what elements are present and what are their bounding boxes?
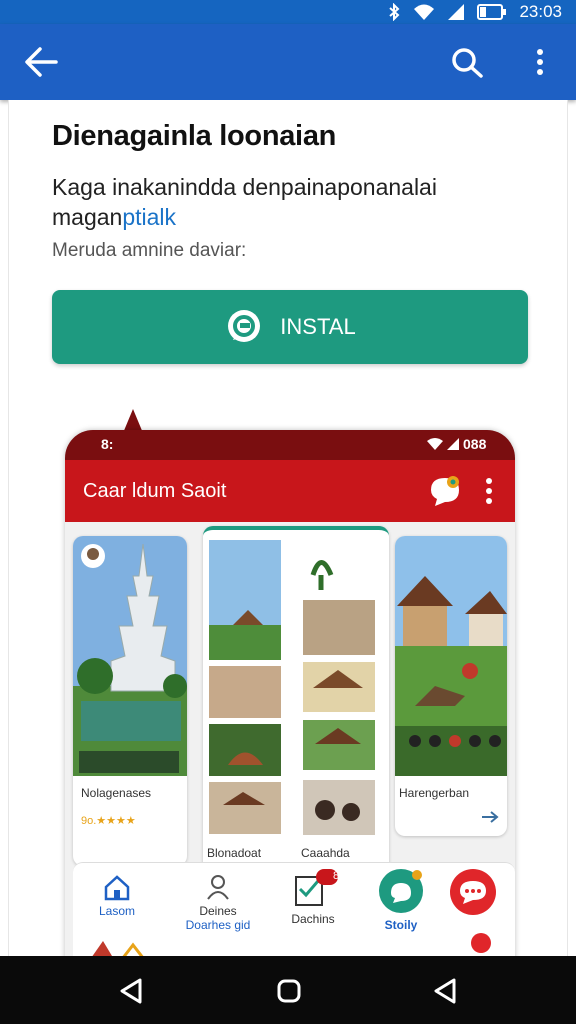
photo-grid xyxy=(209,540,375,835)
nav-deines-label: Deines xyxy=(199,904,237,918)
description-text: magan xyxy=(52,204,123,230)
nav-home-label: Lasom xyxy=(98,904,136,918)
phone-content: Nolagenases 9o.★★★★ Blonadoat Caaahda Ha… xyxy=(65,522,515,956)
description-line-2: maganptialk xyxy=(52,202,512,232)
install-button[interactable]: INSTAL xyxy=(52,290,528,364)
phone-status-bar: 8: 088 xyxy=(65,430,515,460)
wifi-icon xyxy=(414,4,435,20)
search-button[interactable] xyxy=(448,44,488,80)
clock: 23:03 xyxy=(519,2,562,21)
nav-dachins-badge: 8 xyxy=(333,870,340,882)
arrow-back-icon xyxy=(25,47,58,77)
description-line-1: Kaga inakanindda denpainaponanalai xyxy=(52,174,437,200)
nav-home[interactable]: Lasom xyxy=(87,873,147,918)
back-triangle-icon[interactable] xyxy=(116,976,146,1006)
listing-content: Dienagainla loonaian Kaga inakanindda de… xyxy=(8,100,568,956)
chat-icon xyxy=(379,869,423,913)
more-vert-icon xyxy=(537,49,543,75)
home-circle-icon[interactable] xyxy=(274,976,304,1006)
red-dot-icon xyxy=(471,933,491,953)
person-icon xyxy=(207,875,229,900)
nav-deines-sub: Doarhes gid xyxy=(185,918,251,932)
nav-dachins-label: Dachins xyxy=(291,912,335,926)
nav-stoily-label: Stoily xyxy=(384,918,418,932)
place-rating: 9o.★★★★ xyxy=(81,815,136,827)
status-bar: 23:03 xyxy=(0,0,576,24)
arrow-right-icon[interactable] xyxy=(481,810,499,824)
place-card[interactable]: Nolagenases 9o.★★★★ xyxy=(73,536,187,866)
place-name: Nolagenases xyxy=(81,786,152,800)
gallery-label-right: Caaahda xyxy=(301,846,350,860)
phone-clock: 8: xyxy=(101,436,114,452)
nav-deines[interactable]: Deines Doarhes gid xyxy=(173,873,263,932)
nav-dachins[interactable]: 8 Dachins xyxy=(273,869,353,926)
app-bar xyxy=(0,24,576,100)
checklist-icon xyxy=(295,869,338,906)
battery-icon xyxy=(477,4,507,20)
event-card[interactable]: Harengerban xyxy=(395,536,507,836)
phone-app-title: Caar ldum Saoit xyxy=(83,480,227,502)
bluetooth-icon xyxy=(389,3,400,21)
app-title: Dienagainla loonaian xyxy=(52,120,337,152)
back-button[interactable] xyxy=(22,44,62,80)
phone-battery-text: 088 xyxy=(463,436,487,452)
temple-photo xyxy=(73,536,187,776)
nav-stoily[interactable]: Stoily xyxy=(369,867,433,932)
phone-bottom-nav: Lasom Deines Doarhes gid 8 Dachins Stoil… xyxy=(73,862,515,956)
phone-screenshot: 8: 088 Caar ldum Saoit Nolagenases 9o.★★… xyxy=(65,430,515,956)
more-options-button[interactable] xyxy=(522,44,558,80)
chat-bubble-icon xyxy=(228,310,261,342)
gallery-card[interactable]: Blonadoat Caaahda xyxy=(203,526,389,874)
event-name: Harengerban xyxy=(399,786,470,800)
home-icon xyxy=(104,875,130,901)
phone-status-right: 088 xyxy=(427,436,486,452)
system-nav-bar xyxy=(0,956,576,1024)
app-description: Kaga inakanindda denpainaponanalai magan… xyxy=(52,172,512,232)
signal-icon xyxy=(447,438,459,450)
more-vert-icon[interactable] xyxy=(483,476,495,506)
nav-messages[interactable] xyxy=(443,867,503,920)
decorative-sticker-icon xyxy=(92,941,144,956)
gallery-label-left: Blonadoat xyxy=(207,846,262,860)
search-icon xyxy=(452,48,483,78)
phone-app-bar: Caar ldum Saoit xyxy=(65,460,515,522)
developer-subtitle: Meruda amnine daviar: xyxy=(52,240,247,261)
chat-icon[interactable] xyxy=(427,474,463,508)
install-label: INSTAL xyxy=(280,314,356,339)
village-photo xyxy=(395,536,507,776)
description-link[interactable]: ptialk xyxy=(122,204,176,230)
back-triangle-icon[interactable] xyxy=(430,976,460,1006)
wifi-icon xyxy=(427,438,443,450)
message-icon xyxy=(450,869,496,915)
signal-icon xyxy=(448,4,465,20)
